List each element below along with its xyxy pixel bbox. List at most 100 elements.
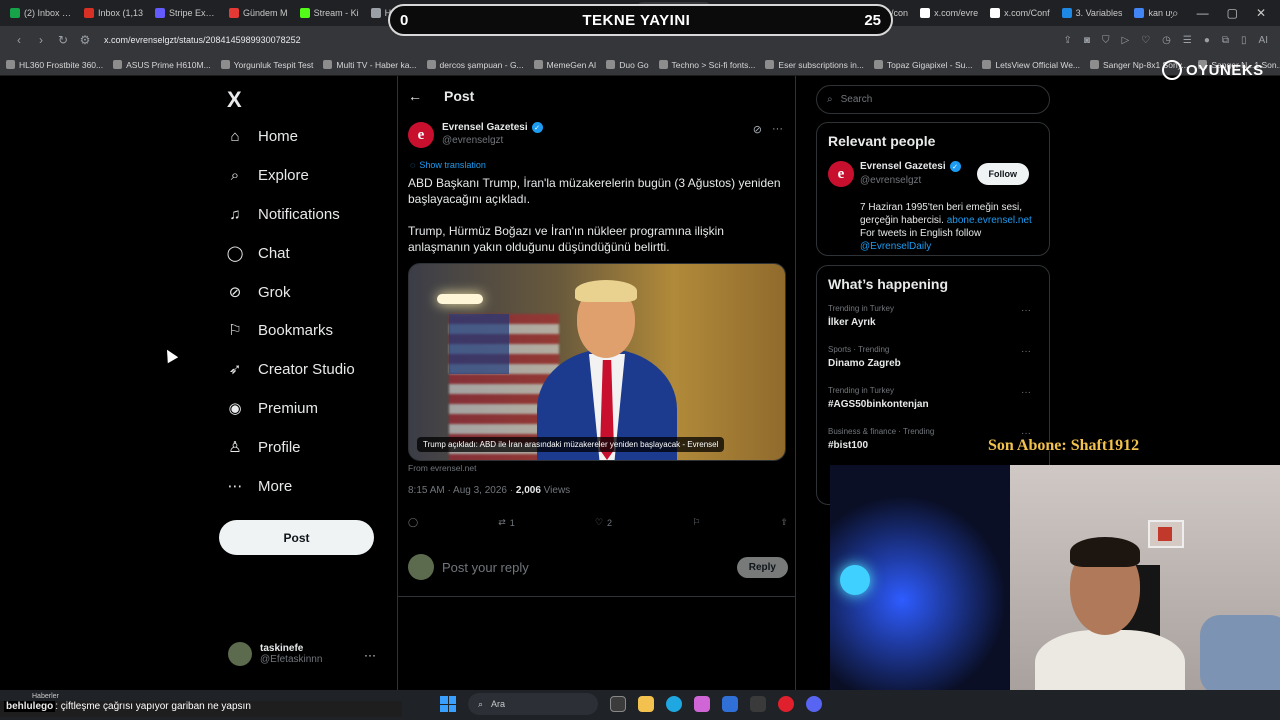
share-icon[interactable]: ⇪ — [1064, 35, 1072, 46]
discord-icon[interactable] — [806, 696, 822, 712]
follow-button[interactable]: Follow — [976, 163, 1029, 185]
search-tabs-icon[interactable]: ⌕ — [1172, 6, 1179, 21]
windows-start-icon[interactable] — [440, 696, 456, 712]
edge-icon[interactable] — [666, 696, 682, 712]
nav-item-grok[interactable]: ⊘ Grok — [226, 283, 291, 302]
store-icon[interactable] — [722, 696, 738, 712]
post-time[interactable]: 8:15 AM · Aug 3, 2026 · — [408, 485, 516, 496]
bookmark-item[interactable]: LetsView Official We... — [982, 60, 1080, 70]
link-card[interactable]: Trump açıkladı: ABD ile İran arasındaki … — [408, 263, 786, 461]
close-window-icon[interactable]: ✕ — [1256, 6, 1266, 20]
bio-link[interactable]: abone.evrensel.net — [947, 215, 1032, 226]
trend-item[interactable]: Trending in Turkey #AGS50binkontenjan ··· — [828, 382, 1049, 423]
trend-category: Trending in Turkey — [828, 304, 894, 313]
bookmark-item[interactable]: HL360 Frostbite 360... — [6, 60, 103, 70]
trend-more-icon[interactable]: ··· — [1021, 305, 1031, 316]
nav-item-more[interactable]: ⋯ More — [226, 477, 293, 496]
person-name[interactable]: Evrensel Gazetesi — [860, 161, 946, 172]
post-more-icon[interactable]: ··· — [772, 123, 783, 136]
reply-button[interactable]: Reply — [736, 556, 788, 578]
nav-item-premium[interactable]: ◉ Premium — [226, 399, 318, 418]
account-more-icon[interactable]: ··· — [364, 648, 376, 662]
browser-tab[interactable]: Stream - Ki — [294, 2, 365, 24]
like-action[interactable]: ♡ 2 — [595, 517, 612, 528]
back-icon[interactable]: ‹ — [8, 33, 30, 47]
ai-icon[interactable]: AI — [1259, 35, 1268, 46]
bookmark-item[interactable]: Multi TV - Haber ka... — [323, 60, 417, 70]
maximize-icon[interactable]: ▢ — [1227, 6, 1238, 20]
opera-icon[interactable] — [778, 696, 794, 712]
grok-explain-icon[interactable]: ⊘ — [753, 123, 762, 136]
bookmark-item[interactable]: dercos şampuan - G... — [426, 60, 524, 70]
author-handle[interactable]: @evrenselgzt — [442, 135, 543, 146]
author-name[interactable]: Evrensel Gazetesi — [442, 122, 528, 133]
taskbar-search[interactable]: ⌕ Ara — [468, 693, 598, 715]
file-explorer-icon[interactable] — [638, 696, 654, 712]
bookmark-item[interactable]: ASUS Prime H610M... — [113, 60, 211, 70]
trend-item[interactable]: Sports · Trending Dinamo Zagreb ··· — [828, 341, 1049, 382]
show-translation-link[interactable]: ◌ Show translation — [410, 160, 486, 170]
author-avatar[interactable]: e — [408, 122, 434, 148]
browser-tab[interactable]: x.com/evre — [914, 2, 984, 24]
site-info-icon[interactable]: ⚙ — [74, 33, 96, 47]
post-author[interactable]: e Evrensel Gazetesi ✓ @evrenselgzt — [408, 122, 543, 148]
forward-icon[interactable]: › — [30, 33, 52, 47]
trend-more-icon[interactable]: ··· — [1021, 346, 1031, 357]
browser-tab[interactable]: Gündem M — [223, 2, 294, 24]
url-field[interactable]: x.com/evrenselgzt/status/208414598993007… — [104, 35, 301, 45]
bookmark-item[interactable]: Duo Go — [606, 60, 649, 70]
verified-icon: ✓ — [531, 122, 543, 133]
reply-action[interactable]: ◯ — [408, 517, 418, 528]
account-switcher[interactable]: taskinefe @Efetaskinnn ··· — [228, 642, 388, 666]
copilot-icon[interactable] — [694, 696, 710, 712]
bookmark-item[interactable]: Topaz Gigapixel - Su... — [873, 60, 972, 70]
bio-mention[interactable]: @EvrenselDaily — [860, 241, 931, 252]
reply-input[interactable]: Post your reply — [442, 560, 729, 575]
bookmark-action[interactable]: ⚐ — [692, 517, 700, 528]
x-logo[interactable]: X — [227, 87, 242, 113]
search-input[interactable] — [840, 94, 1021, 105]
post-button[interactable]: Post — [219, 520, 374, 555]
app-icon[interactable] — [750, 696, 766, 712]
person-handle[interactable]: @evrenselgzt — [860, 175, 921, 186]
shield-icon[interactable]: ⛉ — [1102, 35, 1110, 46]
nav-item-explore[interactable]: ⌕ Explore — [226, 166, 309, 184]
trend-more-icon[interactable]: ··· — [1021, 387, 1031, 398]
bookmark-item[interactable]: MemeGen AI — [533, 60, 596, 70]
trend-item[interactable]: Trending in Turkey İlker Ayrık ··· — [828, 300, 1049, 341]
share-action[interactable]: ⇧ — [780, 517, 788, 528]
repost-action[interactable]: ⇄ 1 — [498, 517, 515, 528]
bookmark-item[interactable]: Yorgunluk Tespit Test — [220, 60, 313, 70]
browser-tab[interactable]: x.com/Conf — [984, 2, 1056, 24]
play-icon[interactable]: ▷ — [1121, 35, 1129, 46]
screenshot-icon[interactable]: ◙ — [1084, 35, 1090, 46]
task-view-icon[interactable] — [610, 696, 626, 712]
sidebar-icon[interactable]: ▯ — [1241, 35, 1247, 46]
nav-item-notifications[interactable]: ♫ Notifications — [226, 205, 339, 223]
back-arrow-icon[interactable]: ← — [408, 88, 422, 104]
nav-item-home[interactable]: ⌂ Home — [226, 127, 298, 145]
browser-tab[interactable]: (2) Inbox | N — [4, 2, 78, 24]
minimize-icon[interactable]: — — [1197, 6, 1209, 20]
news-widget[interactable]: Haberler — [32, 693, 59, 700]
profile-icon[interactable]: ● — [1204, 35, 1210, 46]
browser-tab[interactable]: 3. Variables — [1056, 2, 1129, 24]
bookmark-item[interactable]: Techno > Sci-fi fonts... — [658, 60, 755, 70]
nav-item-bookmarks[interactable]: ⚐ Bookmarks — [226, 321, 333, 340]
bookmark-item[interactable]: Eser subscriptions in... — [765, 60, 864, 70]
nav-item-creator-studio[interactable]: ➶ Creator Studio — [226, 360, 355, 379]
browser-tab[interactable]: Stripe Expre — [149, 2, 223, 24]
extensions-icon[interactable]: ⧉ — [1222, 35, 1229, 46]
nav-item-profile[interactable]: ♙ Profile — [226, 438, 300, 457]
person-avatar[interactable]: e — [828, 161, 854, 187]
heart-icon[interactable]: ♡ — [1141, 35, 1150, 46]
history-icon[interactable]: ◷ — [1162, 35, 1171, 46]
menu-icon[interactable]: ☰ — [1183, 35, 1192, 46]
nav-item-chat[interactable]: ◯ Chat — [226, 244, 290, 263]
search-box[interactable]: ⌕ — [816, 85, 1050, 114]
reload-icon[interactable]: ↻ — [52, 33, 74, 47]
relevant-person[interactable]: e Evrensel Gazetesi ✓ @evrenselgzt Follow — [828, 161, 1049, 201]
oyuneks-mark-icon — [1162, 60, 1182, 80]
browser-tab[interactable]: Inbox (1,13 — [78, 2, 149, 24]
card-source[interactable]: From evrensel.net — [408, 463, 477, 473]
